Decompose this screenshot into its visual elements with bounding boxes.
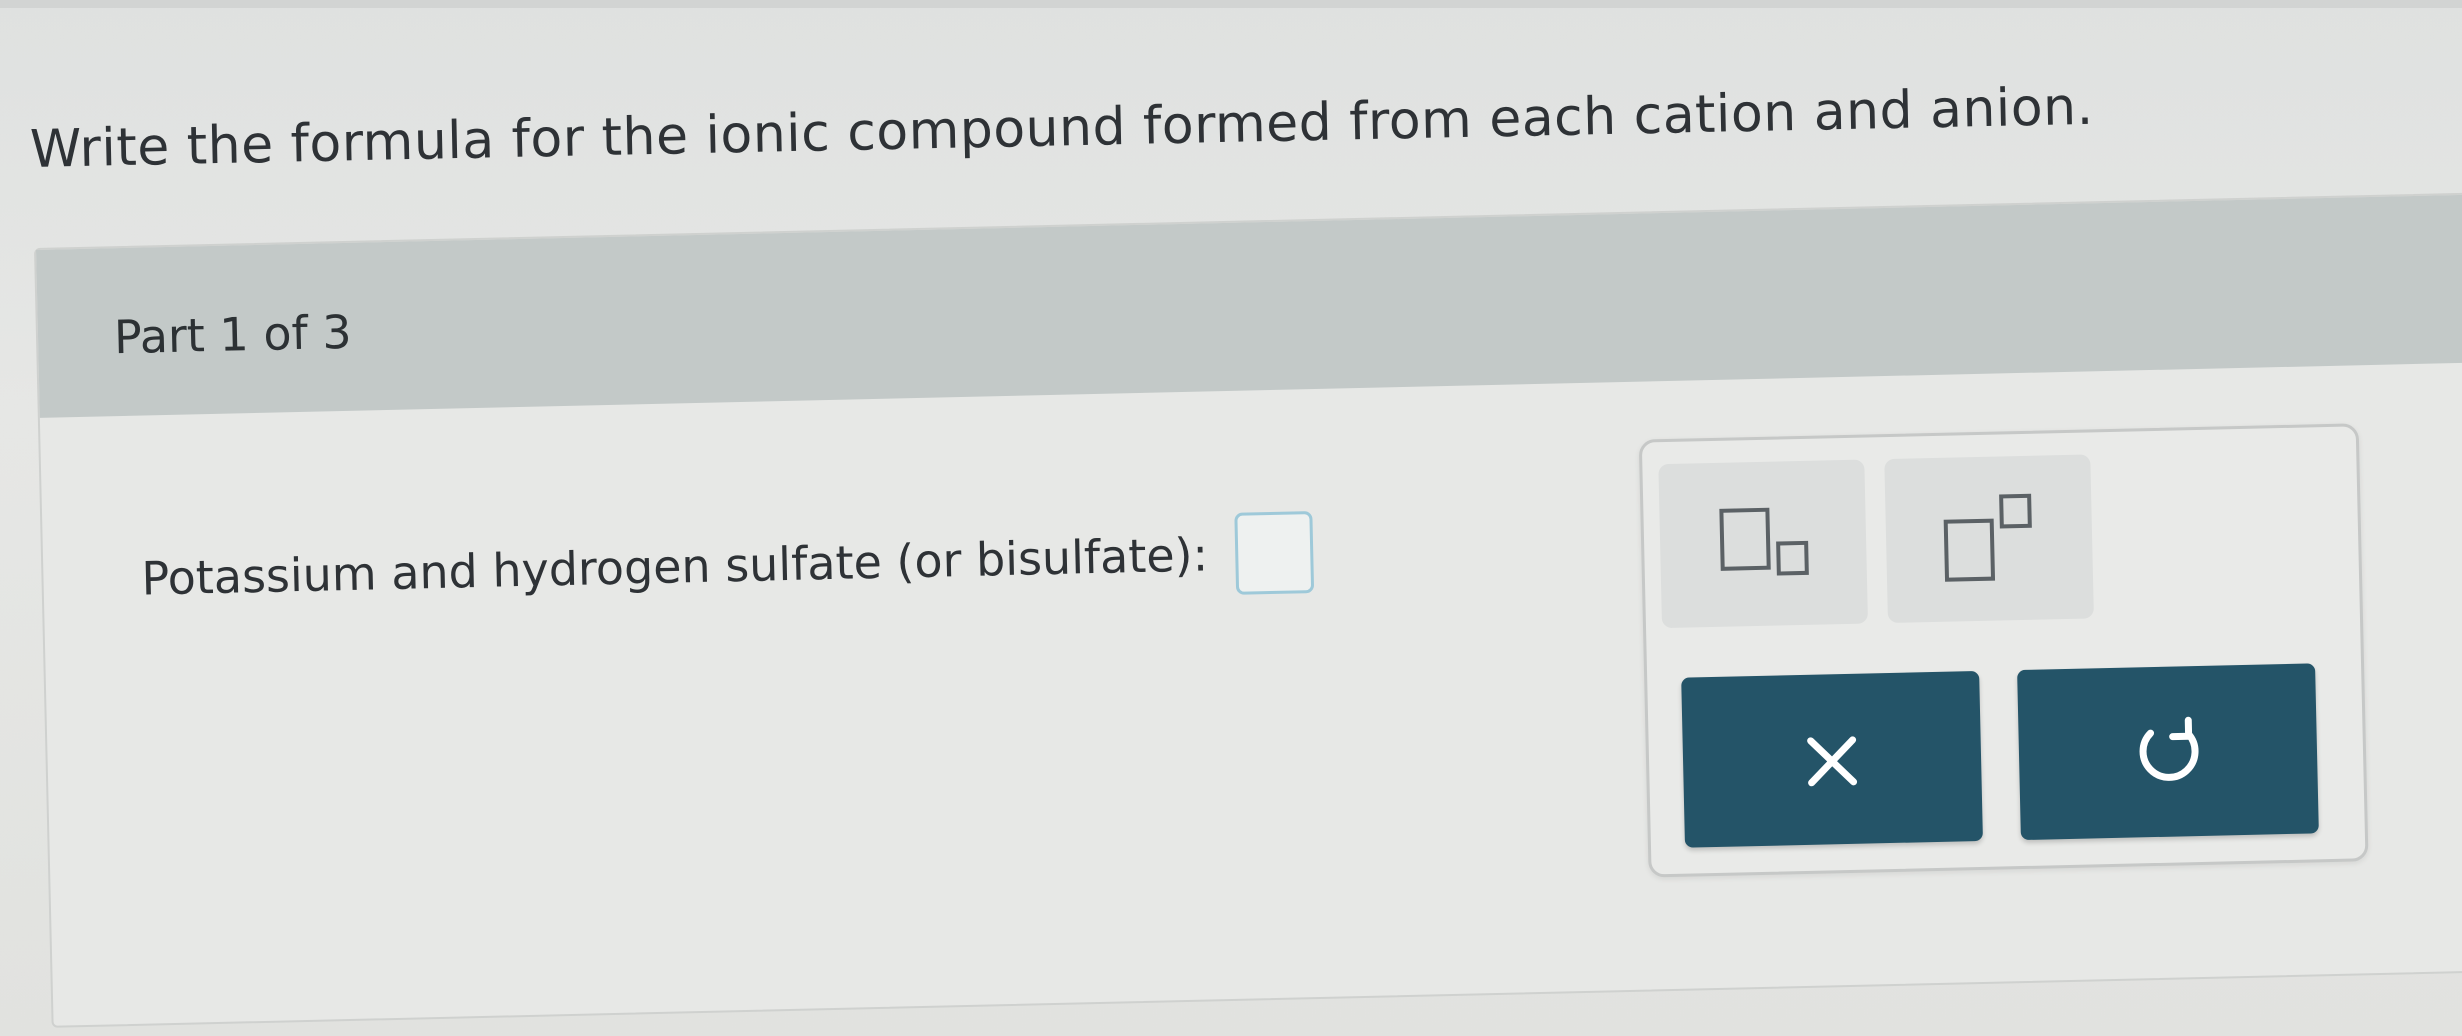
- undo-icon: [2139, 716, 2199, 781]
- superscript-button[interactable]: [1884, 454, 2094, 624]
- close-icon: [1807, 736, 1858, 787]
- part-card: Part 1 of 3 Potassium and hydrogen sulfa…: [34, 191, 2462, 1028]
- math-tool-palette: [1638, 423, 2369, 878]
- undo-button[interactable]: [2017, 663, 2319, 841]
- prompt-row: Potassium and hydrogen sulfate (or bisul…: [140, 511, 1315, 620]
- answer-input[interactable]: [1234, 511, 1315, 595]
- question-text: Write the formula for the ionic compound…: [29, 76, 2095, 180]
- part-label: Part 1 of 3: [113, 304, 353, 365]
- prompt-text: Potassium and hydrogen sulfate (or bisul…: [140, 527, 1209, 606]
- top-divider: [0, 0, 2462, 8]
- superscript-icon: [1943, 493, 2032, 582]
- clear-button[interactable]: [1681, 670, 1983, 848]
- subscript-icon: [1719, 507, 1809, 576]
- part-header: Part 1 of 3: [36, 193, 2462, 418]
- subscript-button[interactable]: [1658, 459, 1868, 629]
